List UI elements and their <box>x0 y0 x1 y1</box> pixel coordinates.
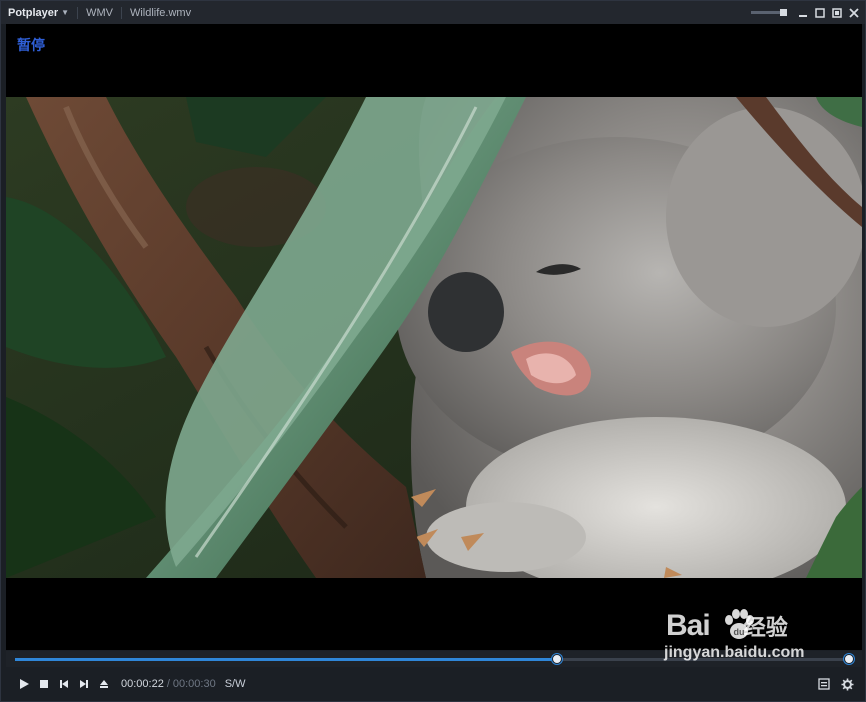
opacity-slider[interactable] <box>751 9 787 16</box>
format-label: WMV <box>86 6 113 19</box>
minimize-button[interactable] <box>798 8 808 18</box>
current-time: 00:00:22 <box>121 678 164 690</box>
close-icon <box>849 7 859 18</box>
playlist-button[interactable] <box>817 677 831 691</box>
title-divider <box>77 6 79 19</box>
koala-video-image <box>6 97 862 578</box>
next-button[interactable] <box>74 675 93 694</box>
right-controls <box>817 677 854 691</box>
stop-button[interactable] <box>34 675 53 694</box>
maximize-button[interactable] <box>815 7 825 18</box>
video-frame <box>6 97 862 578</box>
app-name: Potplayer <box>8 6 59 19</box>
paw-logo-icon: du <box>725 609 754 639</box>
window-controls <box>751 1 859 24</box>
close-button[interactable] <box>849 7 859 18</box>
time-separator: / <box>166 678 170 690</box>
video-area[interactable]: 暂停 <box>6 24 862 650</box>
control-bar: 00:00:22/00:00:30 S/W <box>6 668 862 700</box>
seek-knob[interactable] <box>552 654 563 664</box>
fullscreen-icon <box>832 7 842 18</box>
total-time: 00:00:30 <box>172 678 216 690</box>
watermark-brand: Bai <box>666 609 711 642</box>
maximize-icon <box>815 7 825 18</box>
stop-icon <box>39 680 48 688</box>
title-bar: Potplayer ▼ WMV Wildlife.wmv <box>1 1 865 24</box>
eject-button[interactable] <box>94 675 113 694</box>
seek-progress <box>15 658 558 661</box>
title-divider <box>120 6 122 19</box>
fullscreen-button[interactable] <box>832 7 842 18</box>
previous-button[interactable] <box>54 675 73 694</box>
time-display: 00:00:22/00:00:30 <box>121 678 216 690</box>
svg-text:du: du <box>734 627 745 637</box>
mode-label[interactable]: S/W <box>225 678 246 690</box>
app-menu-button[interactable]: Potplayer ▼ <box>1 7 69 19</box>
next-icon <box>79 680 88 688</box>
gear-icon <box>841 678 853 690</box>
previous-icon <box>59 680 68 688</box>
play-button[interactable] <box>14 675 33 694</box>
playlist-icon <box>818 678 830 690</box>
volume-knob[interactable] <box>844 654 854 664</box>
baidu-watermark: Bai 经验 du jingyan.baidu.com <box>664 607 824 667</box>
play-icon <box>19 679 29 689</box>
file-name: Wildlife.wmv <box>129 6 192 19</box>
player-window: Potplayer ▼ WMV Wildlife.wmv 暂停 00:00:22… <box>0 0 866 702</box>
eject-icon <box>99 680 108 688</box>
pause-osd-text: 暂停 <box>17 38 45 54</box>
slider-knob[interactable] <box>780 9 787 16</box>
watermark-url: jingyan.baidu.com <box>664 644 805 661</box>
minimize-icon <box>799 14 807 17</box>
settings-button[interactable] <box>840 677 854 691</box>
chevron-down-icon: ▼ <box>61 8 70 17</box>
